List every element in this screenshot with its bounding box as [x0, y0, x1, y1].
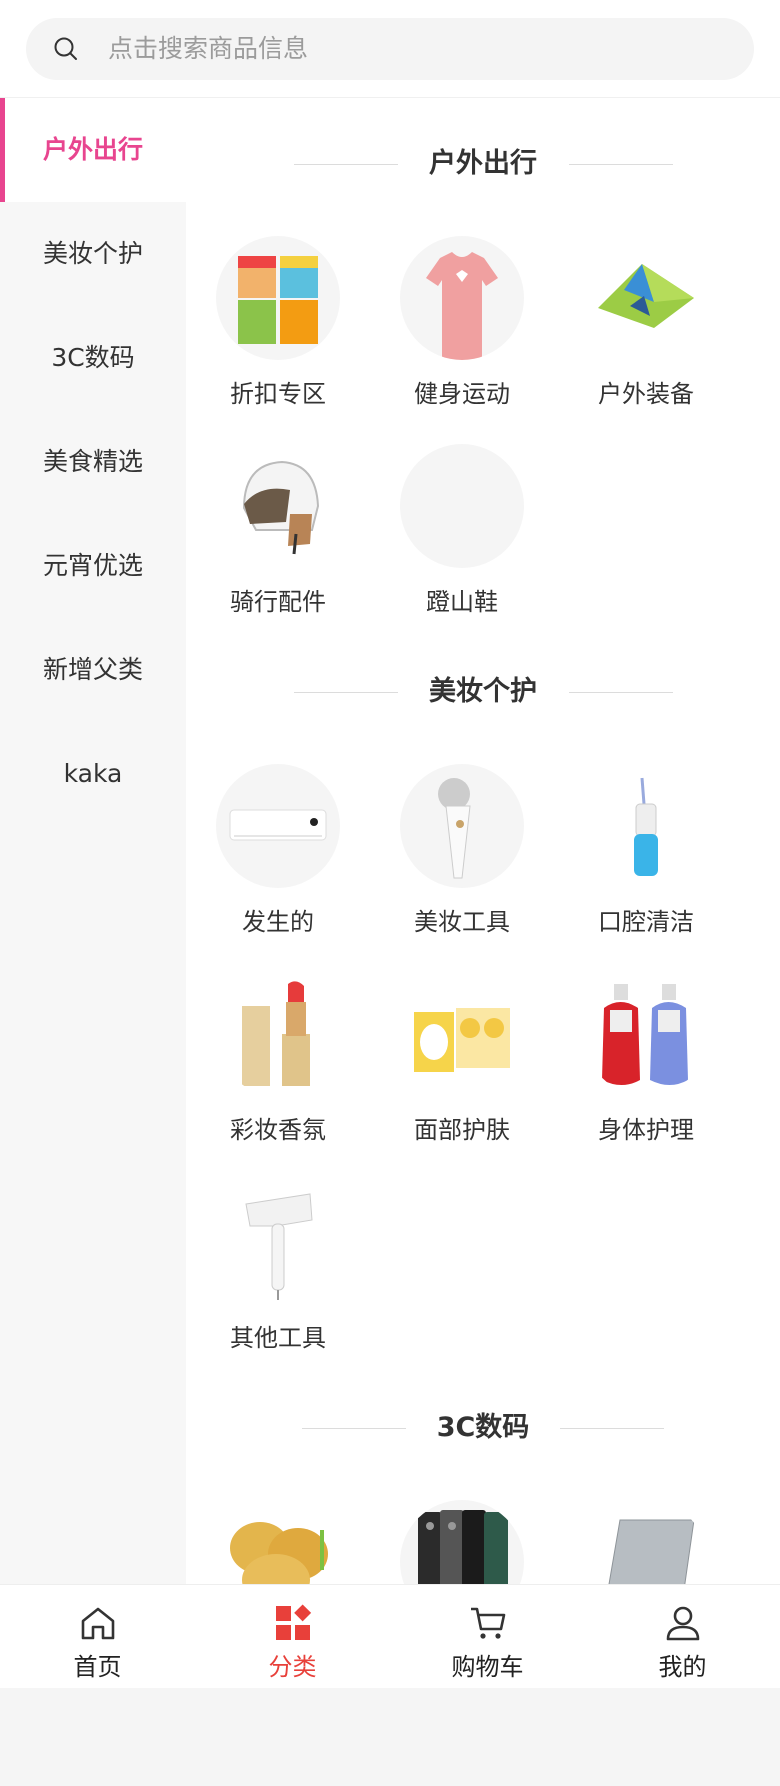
- subcategory-label: 面部护肤: [414, 1116, 510, 1144]
- tab-label: 分类: [268, 1653, 317, 1681]
- category-sidebar: 户外出行 美妆个护 3C数码 美食精选 元宵优选 新增父类 kaka: [0, 98, 186, 1688]
- face-mask-image: [400, 972, 524, 1096]
- section-title-3c: 3C数码: [186, 1408, 780, 1448]
- subcategory-item[interactable]: 面部护肤: [370, 972, 554, 1162]
- divider: [569, 692, 673, 693]
- subcategory-item[interactable]: 美妆工具: [370, 764, 554, 954]
- sidebar-item-3c[interactable]: 3C数码: [0, 306, 186, 410]
- subcategory-label: 健身运动: [414, 380, 510, 408]
- tab-category[interactable]: 分类: [195, 1585, 390, 1688]
- subcategory-item[interactable]: 口腔清洁: [554, 764, 738, 954]
- subcategory-label: 彩妆香氛: [230, 1116, 326, 1144]
- subcategory-item[interactable]: 其他工具: [186, 1180, 370, 1370]
- category-icon: [276, 1604, 312, 1640]
- subcategory-item[interactable]: 身体护理: [554, 972, 738, 1162]
- search-icon: [54, 37, 77, 60]
- noodle-cups-image: [216, 236, 340, 360]
- tab-label: 首页: [73, 1653, 122, 1681]
- subcategory-label: 其他工具: [230, 1324, 326, 1352]
- category-content: 户外出行 折扣专区 健身运动 户外装备 骑行配件 蹬山鞋 美妆个护 发生的 美妆…: [186, 98, 780, 1688]
- subcategory-label: 蹬山鞋: [426, 588, 498, 616]
- subcategory-item[interactable]: 彩妆香氛: [186, 972, 370, 1162]
- sidebar-item-outdoor[interactable]: 户外出行: [0, 98, 186, 202]
- hair-dryer-image: [216, 1180, 340, 1304]
- sidebar-item-beauty[interactable]: 美妆个护: [0, 202, 186, 306]
- subcategory-label: 美妆工具: [414, 908, 510, 936]
- tent-image: [584, 236, 708, 360]
- subcategory-label: 口腔清洁: [598, 908, 694, 936]
- section-title-outdoor: 户外出行: [186, 144, 780, 184]
- subcategory-label: 身体护理: [598, 1116, 694, 1144]
- cart-icon: [471, 1607, 506, 1639]
- body-wash-image: [584, 972, 708, 1096]
- water-flosser-image: [584, 764, 708, 888]
- subcategory-label: 户外装备: [598, 380, 694, 408]
- search-input[interactable]: 点击搜索商品信息: [26, 18, 754, 80]
- empty-image: [400, 444, 524, 568]
- tshirt-image: [400, 236, 524, 360]
- section-title-beauty: 美妆个护: [186, 672, 780, 712]
- divider: [560, 1428, 664, 1429]
- divider: [569, 164, 673, 165]
- sidebar-item-lantern[interactable]: 元宵优选: [0, 514, 186, 618]
- search-placeholder: 点击搜索商品信息: [108, 34, 309, 63]
- subcategory-item[interactable]: 蹬山鞋: [370, 444, 554, 634]
- section-title-text: 3C数码: [436, 1412, 530, 1443]
- tab-profile[interactable]: 我的: [585, 1585, 780, 1688]
- tab-home[interactable]: 首页: [0, 1585, 195, 1688]
- subcategory-item[interactable]: 折扣专区: [186, 236, 370, 426]
- sidebar-item-food[interactable]: 美食精选: [0, 410, 186, 514]
- helmet-image: [216, 444, 340, 568]
- home-icon: [81, 1607, 115, 1640]
- face-brush-image: [400, 764, 524, 888]
- sidebar-item-kaka[interactable]: kaka: [0, 722, 186, 826]
- tab-cart[interactable]: 购物车: [390, 1585, 585, 1688]
- tab-label: 购物车: [451, 1653, 524, 1681]
- subcategory-item[interactable]: 发生的: [186, 764, 370, 954]
- section-title-text: 美妆个护: [429, 676, 537, 707]
- subcategory-label: 折扣专区: [230, 380, 326, 408]
- lipstick-image: [216, 972, 340, 1096]
- subcategory-label: 骑行配件: [230, 588, 326, 616]
- user-icon: [666, 1606, 700, 1641]
- subcategory-item[interactable]: 骑行配件: [186, 444, 370, 634]
- section-title-text: 户外出行: [429, 148, 537, 179]
- bottom-tab-bar: 首页 分类 购物车 我的: [0, 1584, 780, 1688]
- air-conditioner-image: [216, 764, 340, 888]
- subcategory-label: 发生的: [242, 908, 314, 936]
- tab-label: 我的: [658, 1653, 707, 1681]
- app-frame: 点击搜索商品信息 户外出行 美妆个护 3C数码 美食精选 元宵优选 新增父类 k…: [0, 0, 780, 1688]
- search-bar: 点击搜索商品信息: [0, 0, 780, 98]
- subcategory-item[interactable]: 健身运动: [370, 236, 554, 426]
- sidebar-item-new-parent[interactable]: 新增父类: [0, 618, 186, 722]
- subcategory-item[interactable]: 户外装备: [554, 236, 738, 426]
